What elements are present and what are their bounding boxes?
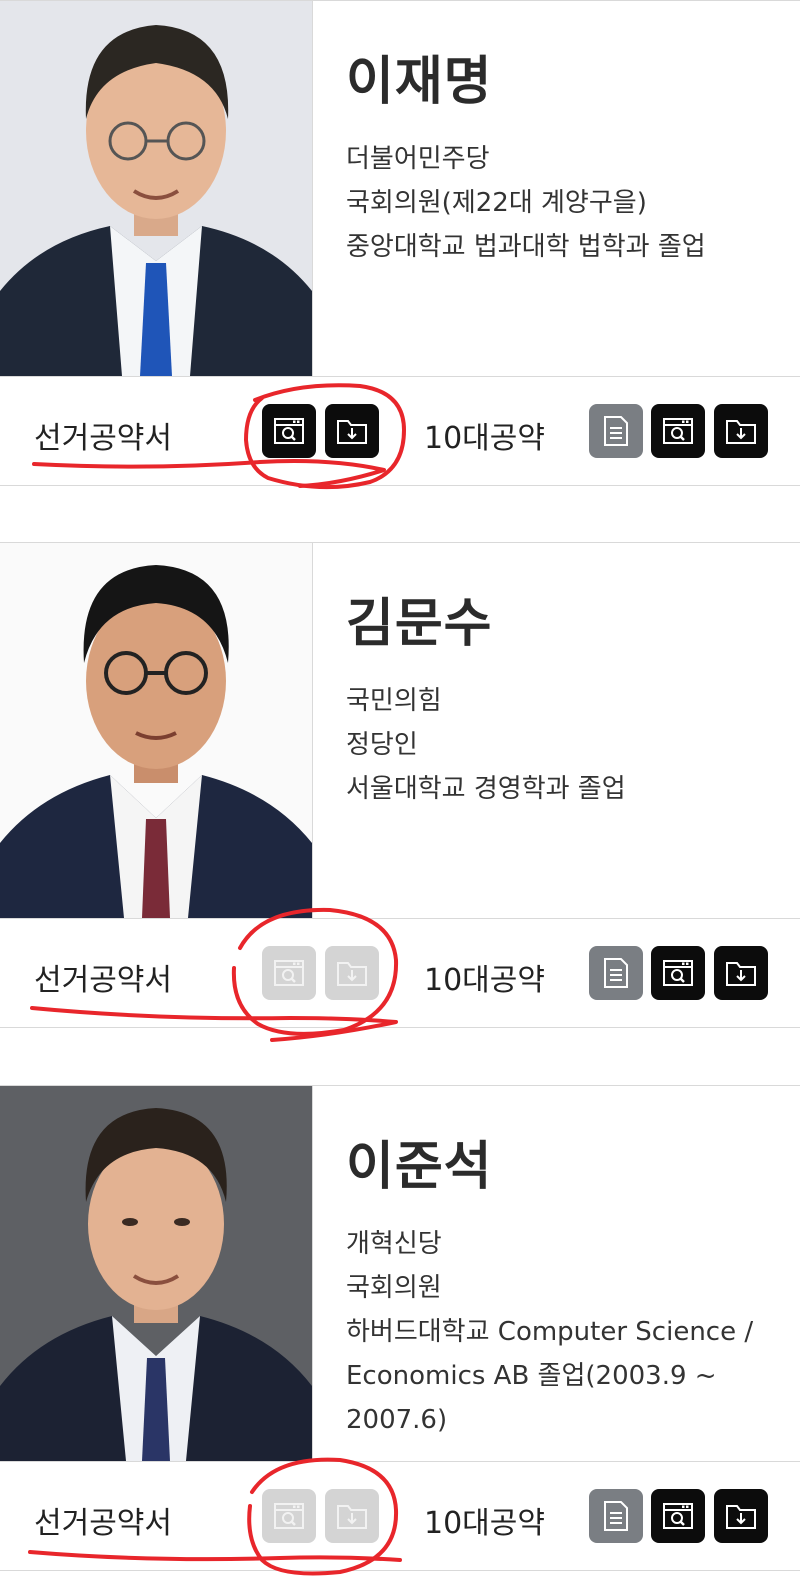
candidate-photo xyxy=(0,543,313,918)
folder-download-icon xyxy=(336,1502,368,1530)
document-search-icon xyxy=(662,1502,694,1530)
career: 국회의원 xyxy=(346,1273,442,1303)
document-search-icon xyxy=(662,417,694,445)
candidate-profile: 이재명 더불어민주당 국회의원(제22대 계양구을) 중앙대학교 법과대학 법학… xyxy=(0,1,800,377)
folder-download-icon xyxy=(725,959,757,987)
pledge-download-button[interactable] xyxy=(325,404,379,458)
party: 개혁신당 xyxy=(346,1229,442,1259)
top10-view-button[interactable] xyxy=(651,1489,705,1543)
candidate-photo xyxy=(0,1,313,376)
top10-list-button[interactable] xyxy=(589,946,643,1000)
top10-label: 10대공약 xyxy=(424,421,545,456)
career: 정당인 xyxy=(346,730,418,760)
top10-list-button[interactable] xyxy=(589,404,643,458)
pledge-view-button[interactable] xyxy=(262,404,316,458)
candidate-name: 김문수 xyxy=(346,594,493,654)
pledge-view-button xyxy=(262,1489,316,1543)
top10-download-button[interactable] xyxy=(714,1489,768,1543)
education: 서울대학교 경영학과 졸업 xyxy=(346,774,626,804)
top10-label: 10대공약 xyxy=(424,963,545,998)
top10-download-button[interactable] xyxy=(714,946,768,1000)
document-list-icon xyxy=(602,957,630,989)
candidate-info: 개혁신당 국회의원 하버드대학교 Computer Science / Econ… xyxy=(346,1222,776,1442)
document-search-icon xyxy=(273,959,305,987)
candidate-photo xyxy=(0,1086,313,1461)
pledge-bar: 선거공약서 10대공약 xyxy=(0,377,800,485)
candidate-name: 이재명 xyxy=(346,52,493,112)
top10-label: 10대공약 xyxy=(424,1506,545,1541)
candidate-profile: 이준석 개혁신당 국회의원 하버드대학교 Computer Science / … xyxy=(0,1086,800,1462)
pledge-label: 선거공약서 xyxy=(34,1506,172,1541)
candidate-card-2: 김문수 국민의힘 정당인 서울대학교 경영학과 졸업 선거공약서 10대공약 xyxy=(0,542,800,1028)
top10-list-button[interactable] xyxy=(589,1489,643,1543)
pledge-label: 선거공약서 xyxy=(34,963,172,998)
candidate-name: 이준석 xyxy=(346,1137,493,1197)
document-search-icon xyxy=(273,1502,305,1530)
education: 중앙대학교 법과대학 법학과 졸업 xyxy=(346,232,706,262)
folder-download-icon xyxy=(336,417,368,445)
document-search-icon xyxy=(273,417,305,445)
pledge-download-button xyxy=(325,1489,379,1543)
candidate-card-3: 이준석 개혁신당 국회의원 하버드대학교 Computer Science / … xyxy=(0,1085,800,1571)
document-search-icon xyxy=(662,959,694,987)
party: 더불어민주당 xyxy=(346,144,490,174)
education: 하버드대학교 Computer Science / Economics AB 졸… xyxy=(346,1317,754,1435)
folder-download-icon xyxy=(725,417,757,445)
folder-download-icon xyxy=(336,959,368,987)
pledge-bar: 선거공약서 10대공약 xyxy=(0,1462,800,1570)
candidate-info: 더불어민주당 국회의원(제22대 계양구을) 중앙대학교 법과대학 법학과 졸업 xyxy=(346,137,776,269)
top10-view-button[interactable] xyxy=(651,946,705,1000)
pledge-download-button xyxy=(325,946,379,1000)
top10-view-button[interactable] xyxy=(651,404,705,458)
career: 국회의원(제22대 계양구을) xyxy=(346,188,647,218)
document-list-icon xyxy=(602,1500,630,1532)
party: 국민의힘 xyxy=(346,686,442,716)
candidate-info: 국민의힘 정당인 서울대학교 경영학과 졸업 xyxy=(346,679,776,811)
document-list-icon xyxy=(602,415,630,447)
pledge-label: 선거공약서 xyxy=(34,421,172,456)
folder-download-icon xyxy=(725,1502,757,1530)
candidate-card-1: 이재명 더불어민주당 국회의원(제22대 계양구을) 중앙대학교 법과대학 법학… xyxy=(0,0,800,486)
pledge-view-button xyxy=(262,946,316,1000)
pledge-bar: 선거공약서 10대공약 xyxy=(0,919,800,1027)
top10-download-button[interactable] xyxy=(714,404,768,458)
candidate-profile: 김문수 국민의힘 정당인 서울대학교 경영학과 졸업 xyxy=(0,543,800,919)
